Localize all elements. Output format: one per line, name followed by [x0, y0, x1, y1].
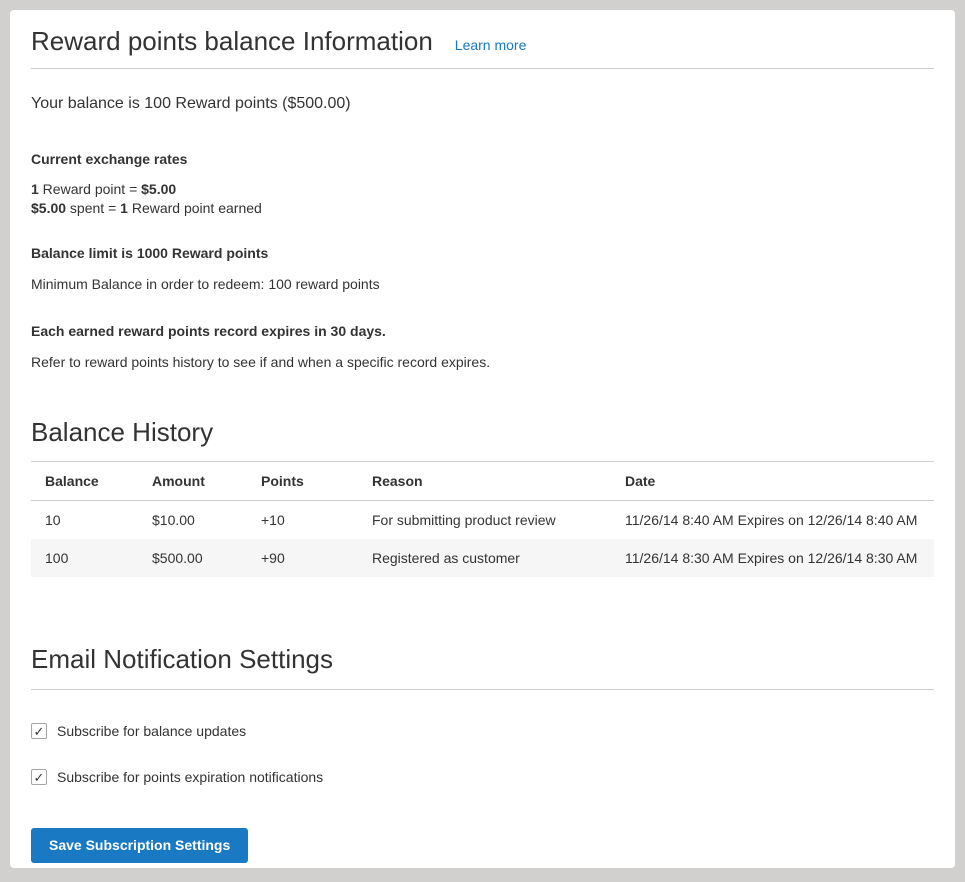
rate-label: Reward point = [39, 181, 141, 197]
cell-balance: 10 [31, 501, 138, 540]
balance-limit-heading: Balance limit is 1000 Reward points [31, 245, 934, 261]
column-header-reason: Reason [358, 462, 611, 501]
email-notification-title: Email Notification Settings [31, 643, 934, 675]
checkmark-icon: ✓ [34, 725, 45, 738]
balance-summary: Your balance is 100 Reward points ($500.… [31, 95, 934, 113]
exchange-rates-heading: Current exchange rates [31, 151, 934, 167]
expiration-notice: Each earned reward points record expires… [31, 323, 934, 339]
column-header-amount: Amount [138, 462, 247, 501]
balance-history-table: Balance Amount Points Reason Date 10 $10… [31, 461, 934, 577]
balance-updates-checkbox[interactable]: ✓ [31, 723, 47, 739]
reward-points-panel: Reward points balance Information Learn … [10, 10, 955, 868]
minimum-balance-text: Minimum Balance in order to redeem: 100 … [31, 276, 934, 292]
cell-reason: Registered as customer [358, 539, 611, 577]
balance-updates-label: Subscribe for balance updates [57, 723, 246, 739]
rate-amount-value: $5.00 [141, 181, 176, 197]
cell-date: 11/26/14 8:40 AM Expires on 12/26/14 8:4… [611, 501, 934, 540]
earned-points-value: 1 [120, 200, 128, 216]
page-title: Reward points balance Information [31, 24, 433, 58]
page-header: Reward points balance Information Learn … [31, 24, 934, 69]
points-expiration-label: Subscribe for points expiration notifica… [57, 769, 323, 785]
cell-balance: 100 [31, 539, 138, 577]
spend-amount-value: $5.00 [31, 200, 66, 216]
rate-currency-to-points: $5.00 spent = 1 Reward point earned [31, 199, 934, 218]
cell-amount: $10.00 [138, 501, 247, 540]
cell-points: +90 [247, 539, 358, 577]
points-expiration-checkbox[interactable]: ✓ [31, 769, 47, 785]
table-header-row: Balance Amount Points Reason Date [31, 462, 934, 501]
table-row: 10 $10.00 +10 For submitting product rev… [31, 501, 934, 540]
rate-points-value: 1 [31, 181, 39, 197]
rate-points-to-currency: 1 Reward point = $5.00 [31, 180, 934, 199]
exchange-rates: 1 Reward point = $5.00 $5.00 spent = 1 R… [31, 180, 934, 218]
table-row: 100 $500.00 +90 Registered as customer 1… [31, 539, 934, 577]
points-expiration-option: ✓ Subscribe for points expiration notifi… [31, 769, 934, 785]
cell-points: +10 [247, 501, 358, 540]
spend-label: spent = [66, 200, 120, 216]
expiration-hint: Refer to reward points history to see if… [31, 354, 934, 370]
earned-suffix: Reward point earned [128, 200, 262, 216]
cell-reason: For submitting product review [358, 501, 611, 540]
checkmark-icon: ✓ [34, 771, 45, 784]
balance-updates-option: ✓ Subscribe for balance updates [31, 723, 934, 739]
learn-more-link[interactable]: Learn more [455, 37, 527, 53]
column-header-date: Date [611, 462, 934, 501]
cell-date: 11/26/14 8:30 AM Expires on 12/26/14 8:3… [611, 539, 934, 577]
save-subscription-settings-button[interactable]: Save Subscription Settings [31, 828, 248, 863]
cell-amount: $500.00 [138, 539, 247, 577]
section-divider [31, 689, 934, 690]
column-header-points: Points [247, 462, 358, 501]
balance-history-title: Balance History [31, 416, 934, 448]
column-header-balance: Balance [31, 462, 138, 501]
